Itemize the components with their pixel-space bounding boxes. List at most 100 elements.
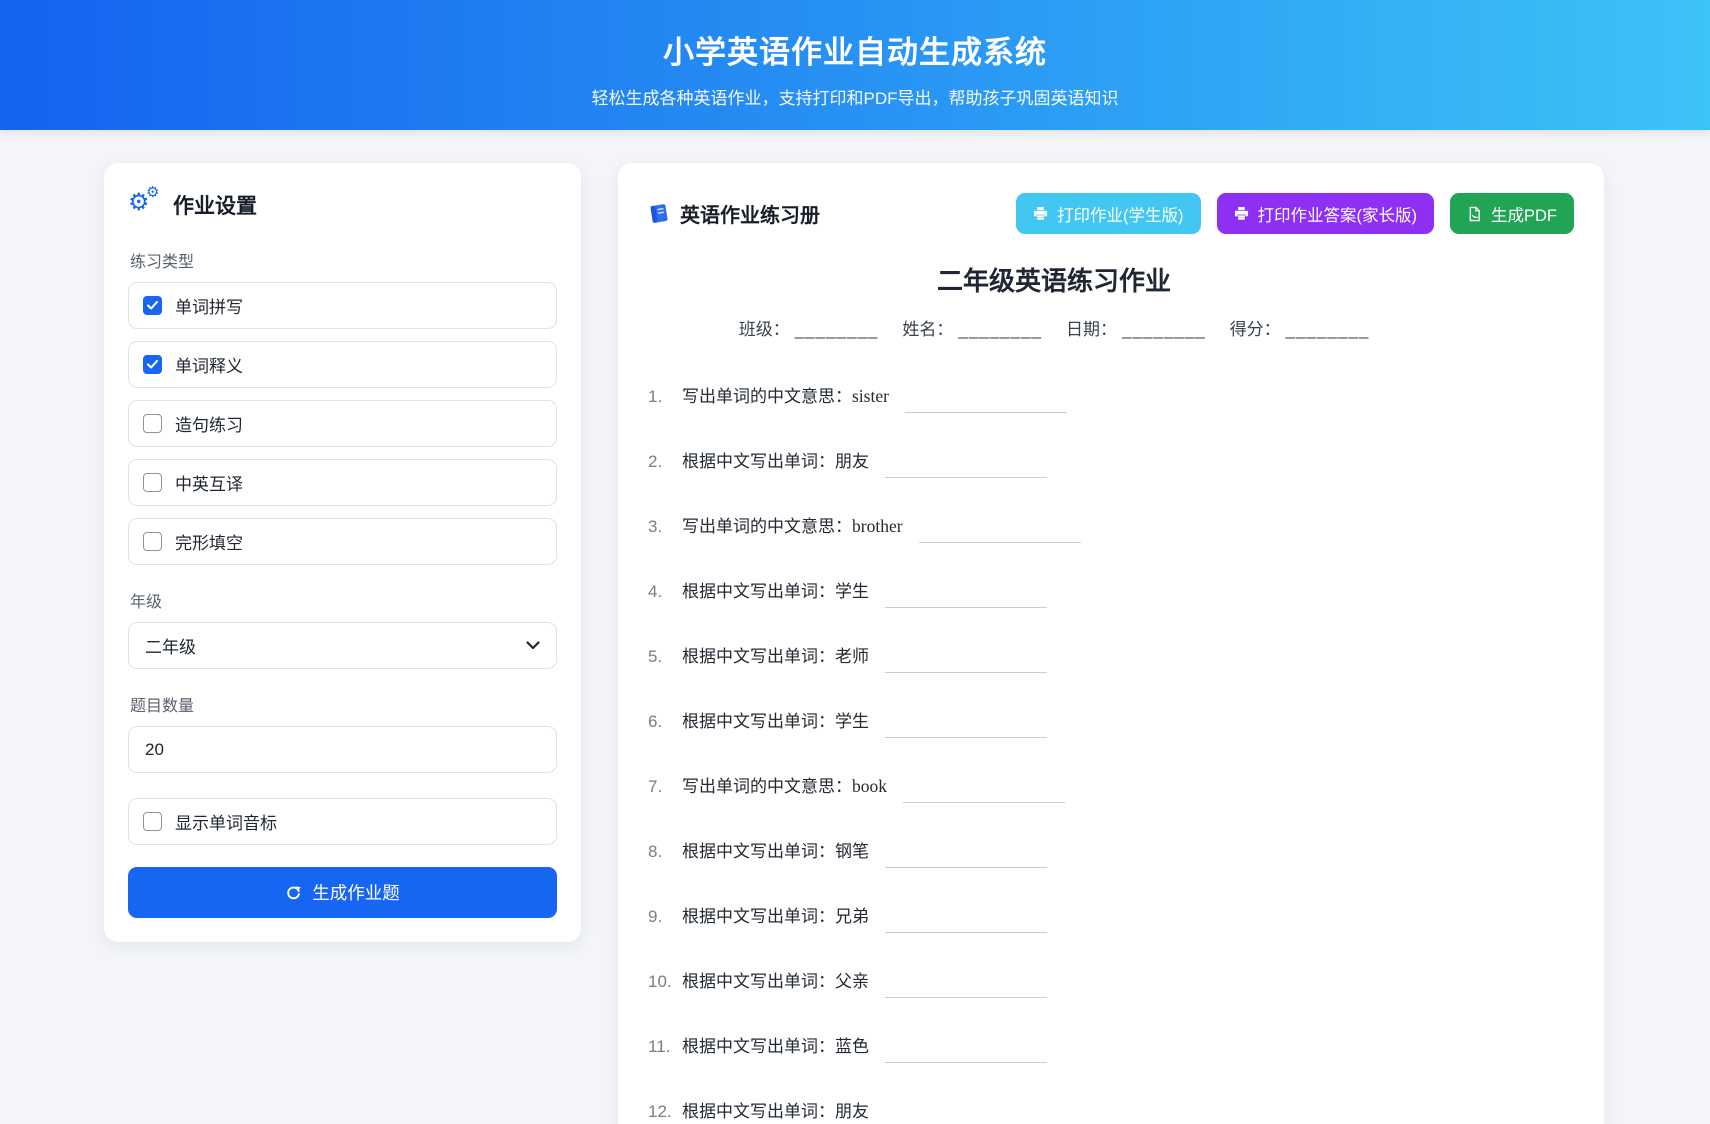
question-word: sister [852,386,889,406]
answer-blank [885,978,1047,998]
question-number: 2. [648,452,682,472]
question-word: 兄弟 [835,907,869,926]
answer-blank [885,913,1047,933]
exercise-type-label: 中英互译 [175,470,243,495]
question-row: 9.根据中文写出单词：兄弟 [648,902,1460,933]
print-student-label: 打印作业(学生版) [1057,202,1184,226]
printer-icon [1033,206,1048,221]
pdf-file-icon [1467,206,1482,222]
question-number: 6. [648,712,682,732]
worksheet-header: 英语作业练习册 打印作业(学生版) 打印作业答案(家长版) 生成PDF [648,193,1574,234]
question-row: 5.根据中文写出单词：老师 [648,642,1460,673]
question-word: 父亲 [835,972,869,991]
question-number: 12. [648,1102,682,1122]
meta-field-blank: ________ [1122,320,1206,339]
grade-select[interactable]: 二年级 [128,622,557,669]
settings-panel: ⚙⚙ 作业设置 练习类型 单词拼写单词释义造句练习中英互译完形填空 年级 二年级… [104,163,581,942]
exercise-type-checkbox[interactable] [143,296,162,315]
meta-field-label: 日期： [1066,320,1117,339]
question-word: 老师 [835,647,869,666]
question-word: 钢笔 [835,842,869,861]
generate-button[interactable]: 生成作业题 [128,867,557,918]
exercise-type-row[interactable]: 单词释义 [128,341,557,388]
worksheet-panel-title: 英语作业练习册 [680,199,820,228]
answer-blank [903,783,1065,803]
question-prompt: 根据中文写出单词： [682,582,835,601]
phonetic-label: 显示单词音标 [175,809,277,834]
print-parent-label: 打印作业答案(家长版) [1258,202,1418,226]
phonetic-checkbox-row[interactable]: 显示单词音标 [128,798,557,845]
exercise-type-label: 单词释义 [175,352,243,377]
meta-field-blank: ________ [795,320,879,339]
page-title: 小学英语作业自动生成系统 [0,27,1710,72]
settings-title-row: ⚙⚙ 作业设置 [128,190,557,220]
page-subtitle: 轻松生成各种英语作业，支持打印和PDF导出，帮助孩子巩固英语知识 [0,84,1710,109]
exercise-type-checkbox[interactable] [143,355,162,374]
question-word: brother [852,516,903,536]
exercise-type-row[interactable]: 造句练习 [128,400,557,447]
meta-field: 姓名： ________ [902,320,1042,339]
generate-pdf-button[interactable]: 生成PDF [1450,193,1574,234]
app-header: 小学英语作业自动生成系统 轻松生成各种英语作业，支持打印和PDF导出，帮助孩子巩… [0,0,1710,130]
grade-label: 年级 [130,588,557,612]
question-prompt: 根据中文写出单词： [682,712,835,731]
question-count-label: 题目数量 [130,692,557,716]
gears-icon: ⚙⚙ [128,192,162,218]
exercise-type-label: 练习类型 [130,248,557,272]
exercise-type-label: 造句练习 [175,411,243,436]
answer-blank [919,523,1081,543]
question-row: 12.根据中文写出单词：朋友 [648,1097,1460,1124]
question-number: 5. [648,647,682,667]
question-count-value: 20 [145,740,164,760]
exercise-type-label: 单词拼写 [175,293,243,318]
question-prompt: 根据中文写出单词： [682,1102,835,1121]
question-number: 8. [648,842,682,862]
exercise-type-list: 单词拼写单词释义造句练习中英互译完形填空 [128,282,557,565]
question-prompt: 写出单词的中文意思： [682,517,852,536]
answer-blank [885,653,1047,673]
main-content: ⚙⚙ 作业设置 练习类型 单词拼写单词释义造句练习中英互译完形填空 年级 二年级… [0,130,1710,1124]
print-parent-button[interactable]: 打印作业答案(家长版) [1217,193,1435,234]
settings-title: 作业设置 [173,190,257,220]
answer-blank [885,1043,1047,1063]
question-prompt: 根据中文写出单词： [682,972,835,991]
question-number: 4. [648,582,682,602]
chevron-down-icon [526,641,540,650]
question-list: 1.写出单词的中文意思：sister2.根据中文写出单词：朋友3.写出单词的中文… [648,382,1460,1124]
grade-select-value: 二年级 [145,633,196,658]
question-prompt: 根据中文写出单词： [682,1037,835,1056]
print-student-button[interactable]: 打印作业(学生版) [1016,193,1201,234]
question-word: 学生 [835,712,869,731]
exercise-type-checkbox[interactable] [143,414,162,433]
worksheet-title: 二年级英语练习作业 [648,261,1460,298]
question-prompt: 根据中文写出单词： [682,907,835,926]
worksheet-meta-row: 班级： ________ 姓名： ________ 日期： ________ 得分： ____… [648,315,1460,340]
question-number: 1. [648,387,682,407]
meta-field-blank: ________ [958,320,1042,339]
question-word: 朋友 [835,1102,869,1121]
question-word: 学生 [835,582,869,601]
worksheet-panel-title-row: 英语作业练习册 [648,199,820,228]
answer-blank [885,458,1047,478]
exercise-type-row[interactable]: 完形填空 [128,518,557,565]
question-prompt: 写出单词的中文意思： [682,387,852,406]
book-icon [648,203,670,224]
phonetic-checkbox[interactable] [143,812,162,831]
exercise-type-row[interactable]: 单词拼写 [128,282,557,329]
generate-pdf-label: 生成PDF [1491,202,1557,226]
meta-field-label: 姓名： [902,320,953,339]
question-word: 朋友 [835,452,869,471]
question-row: 7.写出单词的中文意思：book [648,772,1460,803]
answer-blank [885,718,1047,738]
meta-field-label: 得分： [1230,320,1281,339]
exercise-type-checkbox[interactable] [143,473,162,492]
exercise-type-row[interactable]: 中英互译 [128,459,557,506]
worksheet-panel: 英语作业练习册 打印作业(学生版) 打印作业答案(家长版) 生成PDF 二年级英… [618,163,1604,1124]
question-count-input[interactable]: 20 [128,726,557,773]
question-row: 11.根据中文写出单词：蓝色 [648,1032,1460,1063]
answer-blank [885,1108,1047,1124]
exercise-type-checkbox[interactable] [143,532,162,551]
meta-field-label: 班级： [739,320,790,339]
meta-field-blank: ________ [1286,320,1370,339]
worksheet-actions: 打印作业(学生版) 打印作业答案(家长版) 生成PDF [1016,193,1574,234]
